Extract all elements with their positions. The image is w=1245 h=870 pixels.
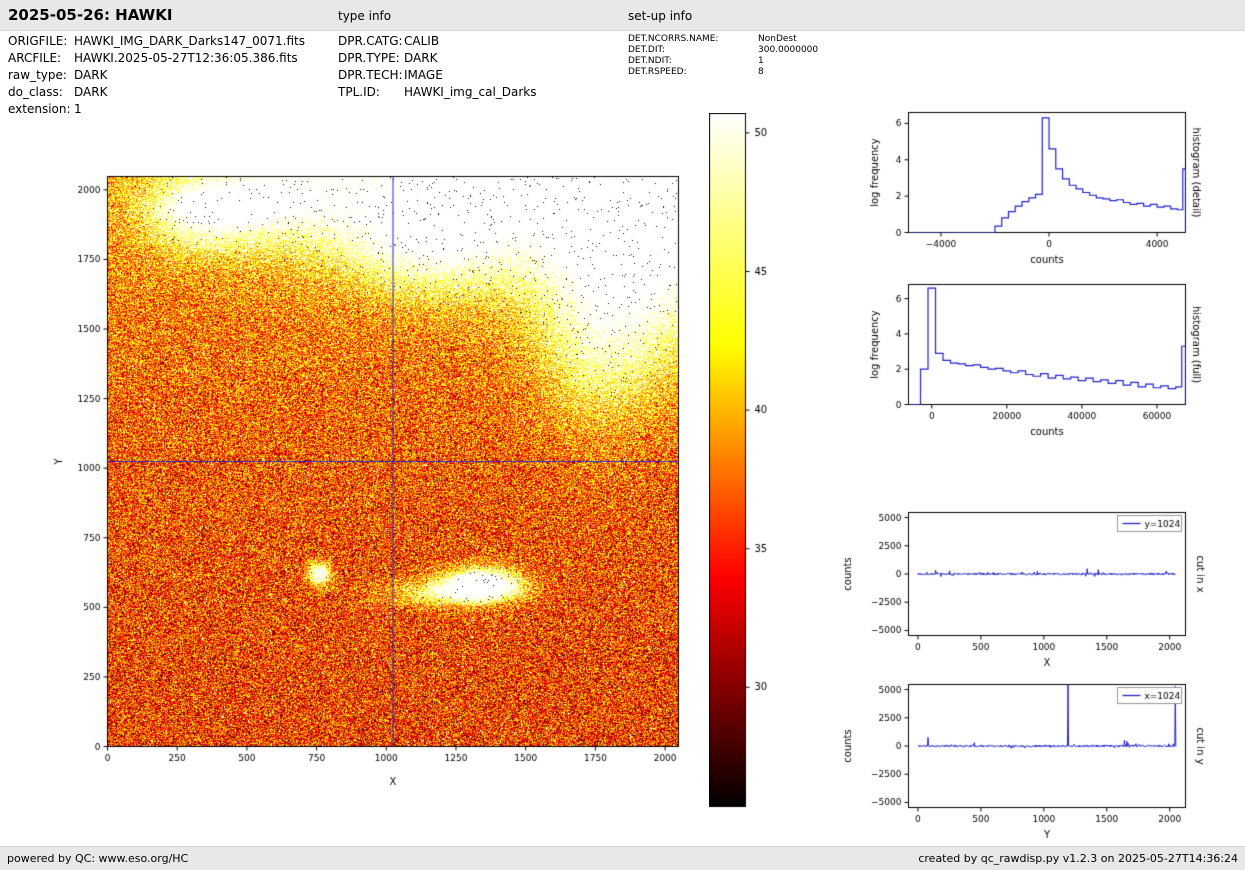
meta-row: DET.DIT: 300.0000000 [628,45,818,55]
histogram-full-chart [858,272,1208,447]
meta-label: DET.NCORRS.NAME: [628,34,719,44]
footer-bar: powered by QC: www.eso.org/HC created by… [0,846,1245,870]
meta-label: DET.NDIT: [628,56,672,66]
meta-row: DPR.TYPE: DARK [338,51,437,65]
meta-value: DARK [74,85,108,99]
histogram-detail-chart [858,100,1208,275]
meta-label: DPR.TECH: [338,68,403,82]
colorbar [709,113,779,813]
meta-label: DPR.TYPE: [338,51,400,65]
setup-info-heading: set-up info [628,9,693,23]
meta-row: ARCFILE: HAWKI.2025-05-27T12:36:05.386.fi… [8,51,298,65]
cut-in-y-chart [840,672,1210,846]
meta-value: 1 [74,102,82,116]
meta-value: IMAGE [404,68,443,82]
meta-label: DPR.CATG: [338,34,403,48]
meta-label: ARCFILE: [8,51,62,65]
header-bar: 2025-05-26: HAWKI type info set-up info [0,0,1245,31]
meta-label: do_class: [8,85,63,99]
meta-label: TPL.ID: [338,85,380,99]
meta-value: HAWKI_img_cal_Darks [404,85,537,99]
cut-in-x-chart [840,500,1210,680]
meta-label: DET.DIT: [628,45,666,55]
meta-label: ORIGFILE: [8,34,68,48]
dark-frame-heatmap [47,150,687,800]
meta-label: extension: [8,102,71,116]
meta-row: raw_type: DARK [8,68,107,82]
meta-row: extension: 1 [8,102,82,116]
type-info-heading: type info [338,9,392,23]
meta-row: TPL.ID: HAWKI_img_cal_Darks [338,85,537,99]
meta-value: 300.0000000 [758,45,819,55]
meta-value: 1 [758,56,764,66]
meta-value: DARK [404,51,438,65]
meta-label: raw_type: [8,68,67,82]
meta-row: DET.NDIT: 1 [628,56,764,66]
page-title: 2025-05-26: HAWKI [8,6,173,24]
footer-left-text: powered by QC: www.eso.org/HC [7,852,189,865]
meta-row: DPR.CATG:CALIB [338,34,439,48]
meta-value: HAWKI_IMG_DARK_Darks147_0071.fits [74,34,305,48]
meta-row: DPR.TECH:IMAGE [338,68,443,82]
meta-row: ORIGFILE: HAWKI_IMG_DARK_Darks147_0071.fi… [8,34,305,48]
meta-value: CALIB [404,34,440,48]
meta-label: DET.RSPEED: [628,67,687,77]
meta-row: DET.NCORRS.NAME: NonDest [628,34,797,44]
meta-row: DET.RSPEED: 8 [628,67,764,77]
meta-value: NonDest [758,34,797,44]
meta-value: 8 [758,67,764,77]
meta-value: DARK [74,68,108,82]
footer-right-text: created by qc_rawdisp.py v1.2.3 on 2025-… [918,852,1238,865]
meta-row: do_class: DARK [8,85,107,99]
qc-report-page: 2025-05-26: HAWKI type info set-up info … [0,0,1245,870]
meta-value: HAWKI.2025-05-27T12:36:05.386.fits [74,51,298,65]
